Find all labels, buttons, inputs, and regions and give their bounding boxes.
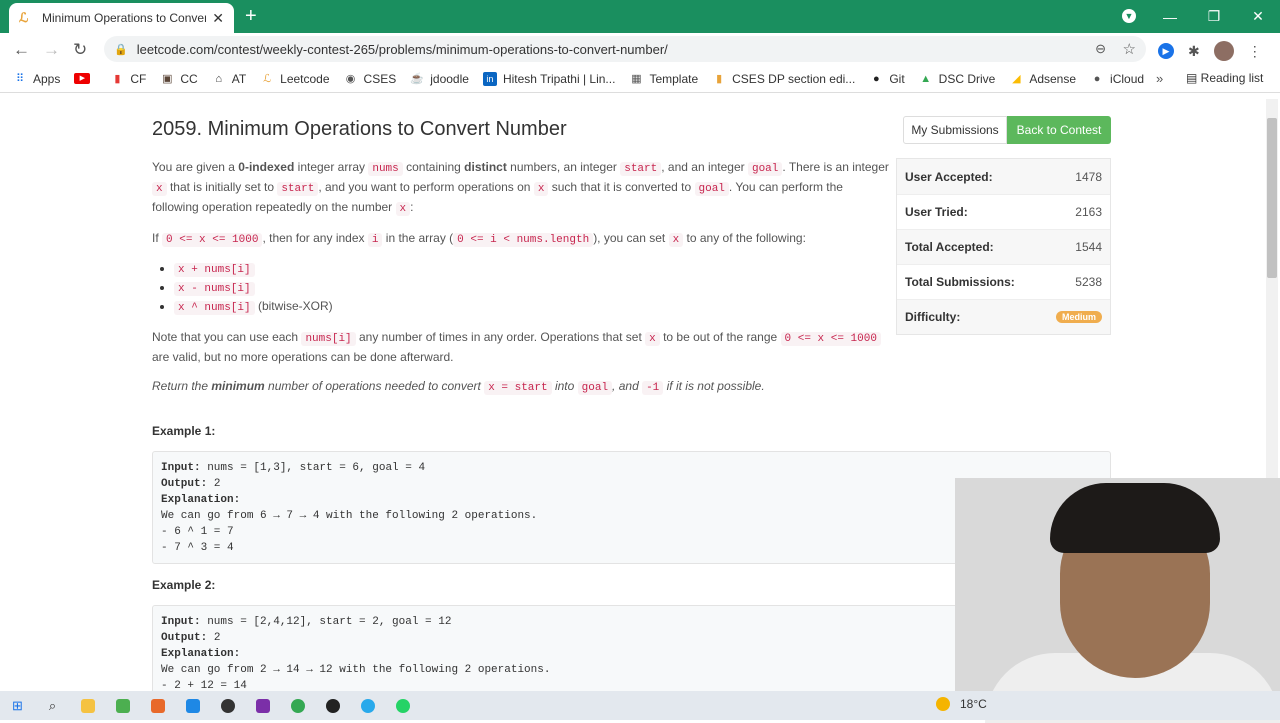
template-icon: ▦ <box>631 72 642 85</box>
list-item: x - nums[i] <box>174 279 890 298</box>
back-arrow-icon[interactable]: ← <box>13 40 30 60</box>
atcoder-icon: ⌂ <box>215 72 223 85</box>
bookmark-cc[interactable]: ▣ CC <box>160 72 198 86</box>
apple-icon: ● <box>1093 72 1101 85</box>
stat-row: Total Submissions: 5238 <box>897 264 1110 299</box>
webcam-hair <box>1050 483 1220 553</box>
windows-taskbar: ⊞ ⌕ 18°C <box>0 691 1280 720</box>
bookmark-dsc-drive[interactable]: ▲ DSC Drive <box>919 72 995 86</box>
description-paragraph: Note that you can use each nums[i] any n… <box>152 328 890 366</box>
puzzle-icon[interactable]: ✱ <box>1188 43 1200 60</box>
bookmark-template[interactable]: ▦ Template <box>629 72 698 86</box>
close-window-icon[interactable]: ✕ <box>1236 8 1280 25</box>
jdoodle-icon: ☕ <box>410 72 425 85</box>
stat-row: User Tried: 2163 <box>897 194 1110 229</box>
my-submissions-button[interactable]: My Submissions <box>903 116 1007 144</box>
contest-stats-panel: User Accepted: 1478 User Tried: 2163 Total… <box>896 158 1111 335</box>
drive-icon: ▲ <box>920 72 932 85</box>
difficulty-badge: Medium <box>1055 311 1102 323</box>
description-paragraph: Return the minimum number of operations … <box>152 379 765 395</box>
zoom-icon[interactable]: ⊖ <box>1095 41 1106 57</box>
description-paragraph: If 0 <= x <= 1000, then for any index i … <box>152 231 806 247</box>
close-tab-icon[interactable]: ✕ <box>212 10 224 27</box>
whatsapp-icon[interactable] <box>385 698 420 714</box>
bookmark-cses[interactable]: ◉ CSES <box>344 72 397 86</box>
bookmark-star-icon[interactable]: ☆ <box>1123 40 1136 58</box>
app-orange-icon[interactable] <box>140 698 175 714</box>
adsense-icon: ◢ <box>1012 72 1021 85</box>
app-green-icon[interactable] <box>105 698 140 714</box>
bookmark-cf[interactable]: ▮ CF <box>110 72 146 86</box>
github-icon: ● <box>872 72 880 85</box>
linkedin-icon: in <box>482 71 497 86</box>
bookmark-jdoodle[interactable]: ☕ jdoodle <box>410 72 469 86</box>
obs-icon[interactable] <box>210 698 245 714</box>
new-tab-icon[interactable]: + <box>245 5 257 28</box>
bookmark-leetcode[interactable]: ℒ Leetcode <box>260 72 329 86</box>
browser-titlebar: ℒ Minimum Operations to Convert ✕ + ▼ — … <box>0 0 1280 33</box>
onenote-icon[interactable] <box>245 698 280 714</box>
profile-menu-icon[interactable]: ▼ <box>1122 9 1136 23</box>
codeforces-icon: ▮ <box>114 72 121 85</box>
list-item: x + nums[i] <box>174 260 890 279</box>
sun-icon <box>936 697 950 711</box>
codechef-icon: ▣ <box>162 72 173 85</box>
bookmark-git[interactable]: ● Git <box>869 72 905 86</box>
file-explorer-icon[interactable] <box>70 698 105 714</box>
url-bar[interactable]: 🔒 leetcode.com/contest/weekly-contest-26… <box>104 36 1146 62</box>
kebab-menu-icon[interactable]: ⋮ <box>1248 43 1262 60</box>
reading-list[interactable]: ▤ Reading list <box>1186 71 1263 85</box>
list-item: x ^ nums[i] (bitwise-XOR) <box>174 298 890 317</box>
lock-icon: 🔒 <box>114 43 128 56</box>
bookmark-apps[interactable]: ⠿ Apps <box>13 72 60 86</box>
maps-icon[interactable] <box>315 698 350 714</box>
bookmark-icloud[interactable]: ● iCloud <box>1090 72 1144 86</box>
example-2-title: Example 2: <box>152 578 216 592</box>
address-bar-row: ← → ↻ 🔒 leetcode.com/contest/weekly-cont… <box>0 33 1280 65</box>
windows-start-icon[interactable]: ⊞ <box>0 698 35 714</box>
chart-bars-icon: ▮ <box>716 72 723 85</box>
back-to-contest-button[interactable]: Back to Contest <box>1007 116 1111 144</box>
avatar[interactable] <box>1213 41 1234 61</box>
url-text: leetcode.com/contest/weekly-contest-265/… <box>136 41 668 57</box>
bookmark-at[interactable]: ⌂ AT <box>212 72 246 86</box>
restore-icon[interactable]: ❐ <box>1192 8 1236 25</box>
problem-description: You are given a 0-indexed integer array … <box>152 158 890 408</box>
difficulty-row: Difficulty: Medium <box>897 299 1110 334</box>
search-icon[interactable]: ⌕ <box>35 698 70 714</box>
operations-list: x + nums[i] x - nums[i] x ^ nums[i] (bit… <box>174 260 890 317</box>
description-paragraph: You are given a 0-indexed integer array … <box>152 160 889 216</box>
bookmarks-bar: ⠿ Apps ▶ ▮ CF ▣ CC ⌂ AT ℒ Leetcode ◉ CSES ☕ jdo… <box>0 65 1280 93</box>
forward-arrow-icon[interactable]: → <box>43 40 60 60</box>
extension-icons: ▶ ✱ ⋮ <box>1158 41 1262 61</box>
weather-widget[interactable]: 18°C <box>936 697 987 711</box>
bookmark-cses-dp[interactable]: ▮ CSES DP section edi... <box>712 72 855 86</box>
browser-tab[interactable]: ℒ Minimum Operations to Convert ✕ <box>9 3 234 33</box>
window-controls: — ❐ ✕ <box>1148 0 1280 33</box>
stat-row: User Accepted: 1478 <box>897 159 1110 194</box>
reload-icon[interactable]: ↻ <box>73 40 87 60</box>
bookmark-linkedin[interactable]: in Hitesh Tripathi | Lin... <box>482 71 615 86</box>
reading-list-icon: ▤ <box>1186 71 1201 85</box>
bookmark-adsense[interactable]: ◢ Adsense <box>1009 72 1076 86</box>
vscode-icon[interactable] <box>175 698 210 714</box>
scrollbar-thumb[interactable] <box>1267 118 1277 278</box>
leetcode-icon: ℒ <box>263 72 272 85</box>
webcam-overlay <box>955 478 1280 723</box>
leetcode-favicon-icon: ℒ <box>19 10 29 25</box>
apps-grid-icon: ⠿ <box>15 72 25 85</box>
more-bookmarks-icon[interactable]: » <box>1156 71 1163 86</box>
example-1-title: Example 1: <box>152 424 216 438</box>
stat-row: Total Accepted: 1544 <box>897 229 1110 264</box>
globe-icon: ◉ <box>345 72 356 85</box>
bookmark-youtube[interactable]: ▶ <box>74 73 96 84</box>
minimize-icon[interactable]: — <box>1148 9 1192 25</box>
extension-icon[interactable]: ▶ <box>1158 43 1174 59</box>
chrome-icon[interactable] <box>280 698 315 714</box>
page-title: 2059. Minimum Operations to Convert Numb… <box>152 118 567 140</box>
youtube-icon: ▶ <box>74 73 91 84</box>
telegram-icon[interactable] <box>350 698 385 714</box>
tab-title: Minimum Operations to Convert <box>42 11 207 25</box>
